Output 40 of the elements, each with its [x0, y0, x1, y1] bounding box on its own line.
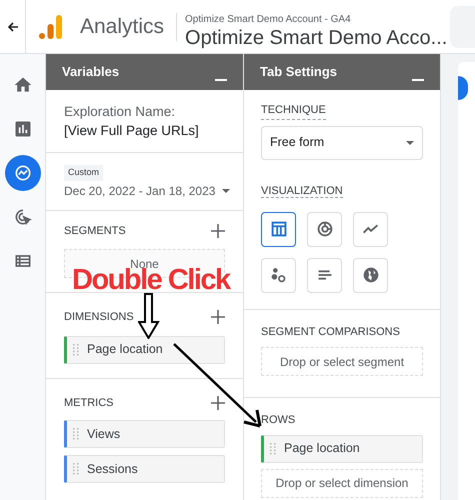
down-arrow-icon [138, 293, 160, 339]
bar-chart-icon [12, 119, 32, 139]
drag-handle-icon [270, 442, 276, 454]
drag-handle-icon [73, 428, 79, 440]
drag-handle-icon [73, 463, 79, 475]
visualization-option[interactable] [261, 212, 296, 246]
explore-icon [12, 163, 32, 183]
caret-icon [406, 140, 414, 144]
dimension-chip[interactable]: Page location [64, 336, 225, 364]
add-icon[interactable] [211, 396, 225, 410]
exploration-name[interactable]: [View Full Page URLs] [64, 121, 225, 140]
product-name: Analytics [80, 14, 164, 40]
date-badge: Custom [64, 165, 104, 180]
section-label: ROWS [261, 413, 296, 428]
metric-chip[interactable]: Sessions [64, 455, 225, 483]
technique-dropdown[interactable]: Free form [261, 126, 423, 160]
section-label: SEGMENTS [64, 224, 126, 238]
add-icon[interactable] [211, 224, 225, 238]
target-cursor-icon [12, 207, 32, 227]
section-label: TECHNIQUE [261, 102, 326, 120]
add-icon[interactable] [211, 310, 225, 324]
property-name[interactable]: Optimize Smart Demo Acco... [185, 26, 448, 50]
section-label: METRICS [64, 396, 114, 410]
back-arrow-icon[interactable] [6, 20, 18, 32]
metric-chip[interactable]: Views [64, 420, 225, 448]
section-label: DIMENSIONS [64, 310, 134, 325]
account-name: Optimize Smart Demo Account - GA4 [185, 12, 352, 26]
exploration-label: Exploration Name: [64, 103, 176, 121]
row-chip[interactable]: Page location [261, 434, 423, 462]
logo-icon [39, 14, 63, 40]
date-range-dropdown[interactable]: Dec 20, 2022 - Jan 18, 2023 [64, 182, 230, 200]
drag-handle-icon [73, 344, 79, 356]
dimension-drop-zone[interactable]: Drop or select dimension [261, 468, 423, 498]
caret-icon [222, 188, 230, 192]
section-label: VISUALIZATION [261, 184, 343, 198]
panel-title: Tab Settings [260, 63, 338, 82]
section-label: SEGMENT COMPARISONS [261, 324, 401, 340]
panel-title: Variables [62, 63, 120, 82]
explore-nav-button[interactable] [4, 155, 40, 191]
segment-drop-zone[interactable]: Drop or select segment [261, 347, 423, 376]
